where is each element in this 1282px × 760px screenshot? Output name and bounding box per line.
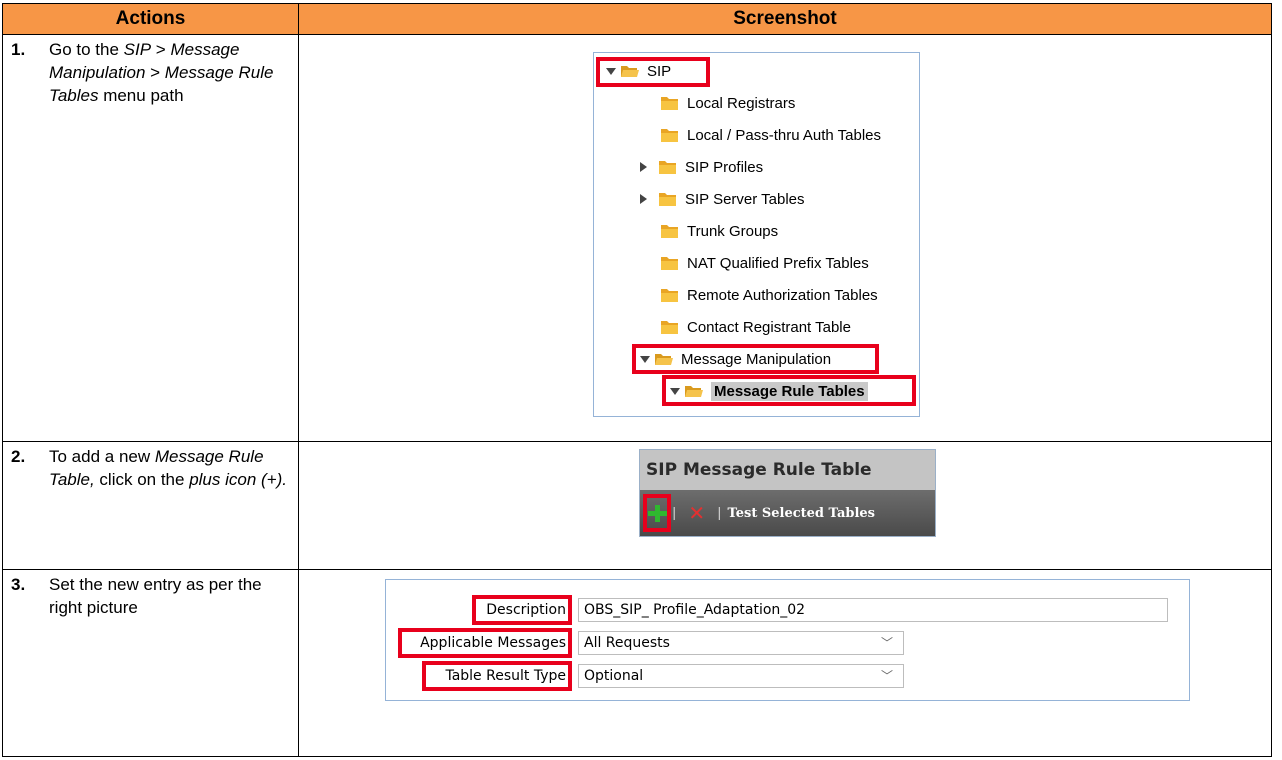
folder-icon [660,287,680,303]
tree-item-sip-server-tables[interactable]: SIP Server Tables [640,187,805,211]
actions-header: Actions [2,3,299,35]
navigation-tree: SIP Local Registrars Local / Pass-thru A… [593,52,920,417]
collapsed-arrow-icon[interactable] [640,194,647,204]
step-number: 1. [11,40,26,59]
selected-value: All Requests [584,635,670,651]
tree-label: SIP Profiles [685,158,764,176]
folder-icon [660,223,680,239]
separator: | [717,505,722,521]
tree-item-remote-authorization[interactable]: Remote Authorization Tables [660,283,878,307]
chevron-down-icon: ﹀ [880,669,893,683]
tree-label: SIP Server Tables [685,190,805,208]
highlight-box [643,494,671,532]
applicable-messages-row: Applicable Messages All Requests ﹀ [386,628,1186,658]
tree-label: Contact Registrant Table [687,318,851,336]
highlight-box [596,57,710,87]
description-row: Description OBS_SIP_ Profile_Adaptation_… [386,595,1186,625]
tree-item-trunk-groups[interactable]: Trunk Groups [660,219,778,243]
folder-icon [660,95,680,111]
collapsed-arrow-icon[interactable] [640,162,647,172]
highlight-box [662,375,916,406]
folder-icon [660,319,680,335]
highlight-box [632,344,879,374]
step-3-screenshot: Description OBS_SIP_ Profile_Adaptation_… [298,569,1272,757]
step-text: Set the new entry as per the right pictu… [49,575,262,617]
panel-title: SIP Message Rule Table [640,450,935,490]
description-input[interactable]: OBS_SIP_ Profile_Adaptation_02 [578,598,1168,622]
highlight-box [422,661,572,691]
step-2-screenshot: SIP Message Rule Table | ✕ | Test Select… [298,441,1272,570]
table-result-type-row: Table Result Type Optional ﹀ [386,661,1186,691]
tree-label: Local / Pass-thru Auth Tables [687,126,882,144]
chevron-down-icon: ﹀ [880,636,893,650]
delete-x-icon[interactable]: ✕ [688,501,705,525]
folder-icon [658,159,678,175]
step-2-cell: 2. To add a new Message Rule Table, clic… [2,441,299,570]
tree-label: NAT Qualified Prefix Tables [687,254,869,272]
tree-item-local-registrars[interactable]: Local Registrars [660,91,795,115]
highlight-box [398,628,572,658]
selected-value: Optional [584,668,644,684]
step-3-cell: 3. Set the new entry as per the right pi… [2,569,299,757]
sip-message-rule-table-panel: SIP Message Rule Table | ✕ | Test Select… [639,449,936,537]
highlight-box [472,595,572,625]
rule-table-form: Description OBS_SIP_ Profile_Adaptation_… [385,579,1190,701]
tree-item-local-pass-thru-auth[interactable]: Local / Pass-thru Auth Tables [660,123,881,147]
tree-label: Local Registrars [687,94,796,112]
step-1-cell: 1. Go to the SIP > Message Manipulation … [2,34,299,442]
step-number: 2. [11,447,26,466]
step-text: Go to the SIP > Message Manipulation > M… [49,40,274,105]
instruction-table: Actions Screenshot 1. Go to the SIP > Me… [2,3,1272,757]
toolbar: | ✕ | Test Selected Tables [640,490,935,536]
separator: | [672,505,677,521]
step-text: To add a new Message Rule Table, click o… [49,447,287,489]
folder-icon [658,191,678,207]
folder-icon [660,255,680,271]
tree-item-sip-profiles[interactable]: SIP Profiles [640,155,763,179]
test-selected-tables-button[interactable]: Test Selected Tables [728,506,875,521]
step-1-screenshot: SIP Local Registrars Local / Pass-thru A… [298,34,1272,442]
folder-icon [660,127,680,143]
table-result-type-select[interactable]: Optional ﹀ [578,664,904,688]
tree-label: Remote Authorization Tables [687,286,878,304]
step-number: 3. [11,575,26,594]
screenshot-header: Screenshot [298,3,1272,35]
tree-item-nat-qualified-prefix[interactable]: NAT Qualified Prefix Tables [660,251,869,275]
applicable-messages-select[interactable]: All Requests ﹀ [578,631,904,655]
tree-label: Trunk Groups [687,222,779,240]
tree-item-contact-registrant[interactable]: Contact Registrant Table [660,315,851,339]
